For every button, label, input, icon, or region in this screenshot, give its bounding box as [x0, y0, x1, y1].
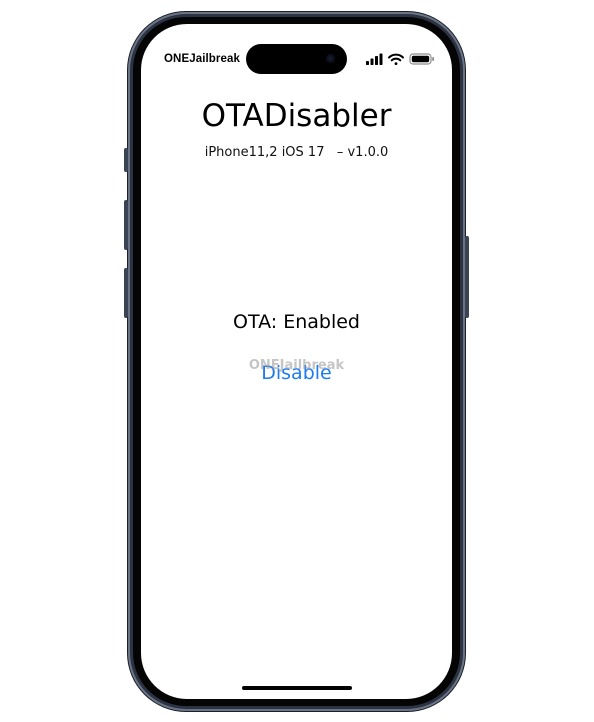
status-carrier: ONEJailbreak — [164, 53, 240, 65]
device-info-subtitle: iPhone11,2 iOS 17 – v1.0.0 — [204, 145, 389, 160]
battery-icon — [409, 53, 434, 65]
status-icons — [366, 53, 434, 65]
app-title: OTADisabler — [201, 98, 392, 134]
dynamic-island — [246, 44, 347, 74]
wifi-icon — [388, 53, 404, 65]
screen-holder: ONEJailbreak OTADisabler iPhone11,2 iOS … — [128, 12, 465, 711]
disable-button[interactable]: Disable — [246, 362, 347, 384]
ota-status-label: OTA: Enabled — [233, 311, 360, 333]
front-camera-icon — [326, 54, 335, 63]
phone-screen: ONEJailbreak OTADisabler iPhone11,2 iOS … — [141, 24, 452, 699]
home-indicator[interactable] — [242, 686, 352, 690]
cellular-signal-icon — [366, 53, 383, 65]
power-button — [465, 236, 469, 318]
